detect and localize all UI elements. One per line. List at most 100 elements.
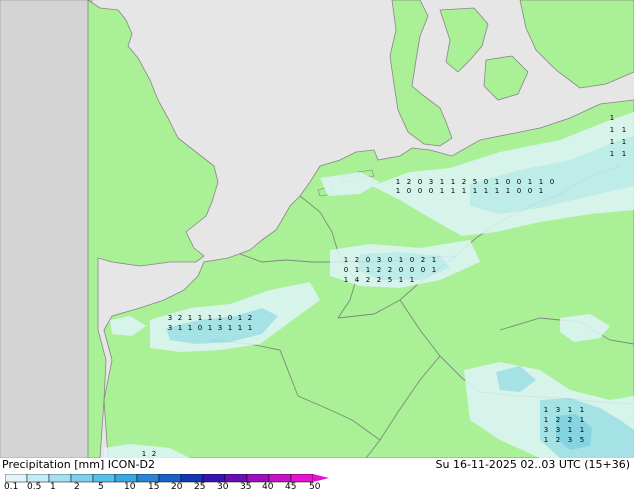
- precip-value: 1: [178, 324, 182, 332]
- precipitation-map: 1 2 0 3 1 1 2 5 0 1 0 0 1 1 01 0 0 0 1 1 1 1 1 1 1 0 0 111 11 11 11 2 0 3…: [0, 0, 634, 458]
- scale-tick-label: 1: [50, 482, 56, 492]
- precip-value: 0: [517, 178, 521, 186]
- color-scale-swatch: [26, 474, 50, 483]
- precip-value: 1: [610, 114, 614, 122]
- precip-value: 1: [473, 187, 477, 195]
- precip-value: 1: [610, 138, 614, 146]
- precip-value: 3: [429, 178, 433, 186]
- forecast-datetime: Su 16-11-2025 02..03 UTC (15+36): [435, 458, 630, 471]
- precip-value: 2: [366, 276, 370, 284]
- precip-value: 1: [344, 256, 348, 264]
- precip-value: 1: [580, 416, 584, 424]
- precip-value: 1: [208, 314, 212, 322]
- precip-value: 0: [506, 178, 510, 186]
- color-scale-swatch: [136, 474, 160, 483]
- scale-tick-label: 15: [148, 482, 160, 492]
- precip-value: 2: [248, 314, 252, 322]
- precip-value: 2: [377, 276, 381, 284]
- color-scale-swatch: [224, 474, 248, 483]
- precip-value: 3: [168, 324, 172, 332]
- precip-value: 0: [344, 266, 348, 274]
- precip-value: 1: [366, 266, 370, 274]
- precip-value: 2: [556, 436, 560, 444]
- precip-value: 1: [432, 266, 436, 274]
- uncovered-land-west: [0, 0, 93, 458]
- color-scale-arrow: [313, 474, 329, 482]
- precip-value: 3: [568, 436, 572, 444]
- precip-value: 1: [544, 406, 548, 414]
- precip-value: 1: [462, 187, 466, 195]
- precip-value: 1: [355, 266, 359, 274]
- color-scale-swatch: [202, 474, 226, 483]
- precip-value: 5: [580, 436, 584, 444]
- precip-value: 1: [208, 324, 212, 332]
- scale-tick-label: 10: [124, 482, 136, 492]
- precip-value: 1: [410, 276, 414, 284]
- precip-value: 0: [418, 178, 422, 186]
- precip-value: 2: [421, 256, 425, 264]
- color-scale-swatch: [114, 474, 138, 483]
- precip-value: 2: [377, 266, 381, 274]
- color-scale-swatch: [290, 474, 314, 483]
- precip-value: 0: [517, 187, 521, 195]
- precip-value: 1: [528, 178, 532, 186]
- precip-value: 1: [198, 314, 202, 322]
- color-scale-swatch: [92, 474, 116, 483]
- precip-value: 3: [556, 406, 560, 414]
- color-scale-swatch: [70, 474, 94, 483]
- precip-value: 0: [198, 324, 202, 332]
- scale-tick-label: 0.1: [4, 482, 19, 492]
- precip-value: 0: [399, 266, 403, 274]
- precip-value: 3: [218, 324, 222, 332]
- precip-value: 1: [238, 314, 242, 322]
- precip-value: 4: [355, 276, 360, 284]
- precip-value: 0: [410, 266, 414, 274]
- precip-value: 1: [344, 276, 348, 284]
- precip-value: 1: [484, 187, 488, 195]
- scale-tick-label: 50: [309, 482, 321, 492]
- precip-value: 1: [495, 178, 499, 186]
- color-scale-swatch: [5, 474, 28, 483]
- precip-value: 1: [399, 276, 403, 284]
- precip-value: 1: [506, 187, 510, 195]
- precip-value: 0: [410, 256, 414, 264]
- precip-value: 0: [418, 187, 422, 195]
- precip-value: 1: [568, 406, 572, 414]
- precip-value: 1: [440, 178, 444, 186]
- precip-value: 2: [178, 314, 182, 322]
- precip-value: 2: [568, 416, 572, 424]
- precip-value: 0: [228, 314, 232, 322]
- scale-tick-label: 30: [217, 482, 229, 492]
- precip-value: 1: [622, 138, 626, 146]
- precip-value: 1: [451, 187, 455, 195]
- precip-value: 1: [218, 314, 222, 322]
- precip-value: 1: [495, 187, 499, 195]
- color-scale-swatch: [158, 474, 182, 483]
- precip-value: 2: [152, 450, 156, 458]
- precip-value: 2: [407, 178, 411, 186]
- scale-tick-label: 45: [285, 482, 297, 492]
- color-scale-swatch: [246, 474, 270, 483]
- precip-value: 1: [539, 187, 543, 195]
- precip-value: 3: [168, 314, 172, 322]
- precip-value: 1: [396, 178, 400, 186]
- precip-value: 2: [355, 256, 359, 264]
- scale-tick-label: 25: [194, 482, 206, 492]
- precip-value: 2: [556, 416, 560, 424]
- precip-value: 1: [622, 150, 626, 158]
- precip-value: 1: [451, 178, 455, 186]
- precip-value: 0: [388, 256, 392, 264]
- precip-value: 1: [396, 187, 400, 195]
- scale-tick-label: 0.5: [27, 482, 42, 492]
- color-scale-swatch: [180, 474, 204, 483]
- precip-value: 1: [188, 324, 192, 332]
- precip-value: 1: [568, 426, 572, 434]
- precip-value: 2: [388, 266, 392, 274]
- precip-value: 0: [366, 256, 370, 264]
- legend-bar: Precipitation [mm] ICON-D2 Su 16-11-2025…: [0, 458, 634, 492]
- precip-value: 2: [462, 178, 466, 186]
- precip-value: 0: [484, 178, 488, 186]
- precip-value: 1: [610, 126, 614, 134]
- precip-value: 1: [432, 256, 436, 264]
- legend-title: Precipitation [mm] ICON-D2: [2, 458, 156, 471]
